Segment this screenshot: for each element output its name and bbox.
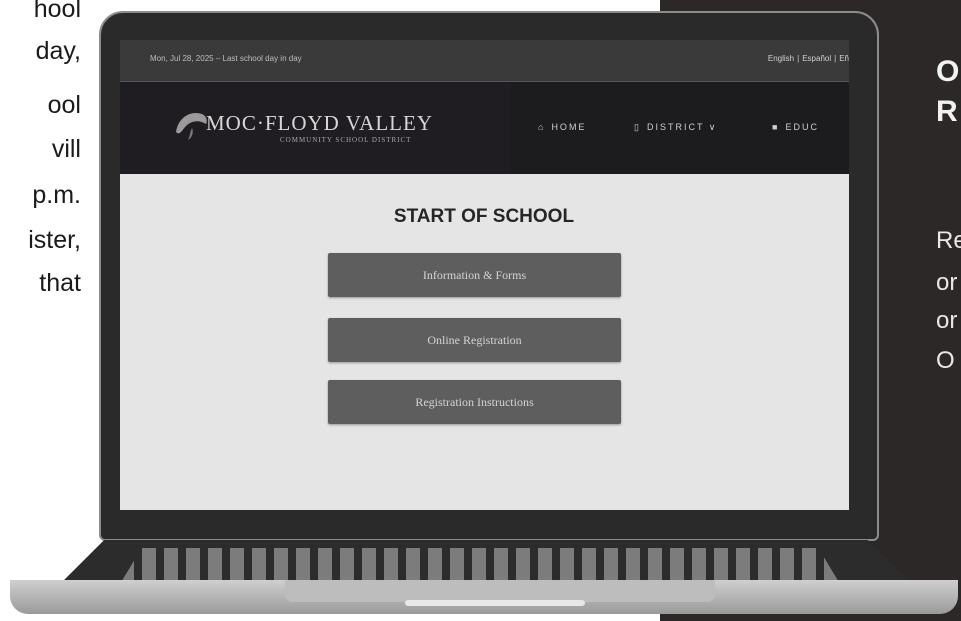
language-separator: | xyxy=(834,54,837,63)
nav-district-label: DISTRICT ∨ xyxy=(646,122,718,132)
online-registration-button[interactable]: Online Registration xyxy=(328,318,621,362)
panel-paragraph-line: O xyxy=(936,347,955,374)
website-header: MOC·FLOYD VALLEY COMMUNITY SCHOOL DISTRI… xyxy=(120,82,849,174)
panel-paragraph-line: or xyxy=(936,307,958,334)
page-title: START OF SCHOOL xyxy=(393,206,575,227)
panel-heading-line: R xyxy=(936,95,958,128)
nav-district[interactable]: ▯ DISTRICT ∨ xyxy=(634,122,717,133)
district-subtitle: COMMUNITY SCHOOL DISTRICT xyxy=(280,136,412,144)
laptop-trackpad xyxy=(285,580,715,602)
laptop-screen: Mon, Jul 28, 2025 – Last school day in d… xyxy=(120,40,849,510)
panel-paragraph-line: Re xyxy=(936,227,961,254)
language-english-link[interactable]: English xyxy=(768,54,794,63)
nav-education[interactable]: ■ EDUC xyxy=(772,122,819,132)
article-line: p.m. xyxy=(32,181,81,209)
panel-heading-line: O xyxy=(936,55,960,88)
article-text: hool day, ool vill p.m. ister, that xyxy=(0,0,95,621)
article-line: vill xyxy=(51,135,81,163)
website-topbar: Mon, Jul 28, 2025 – Last school day in d… xyxy=(120,40,849,82)
topbar-date: Mon, Jul 28, 2025 – Last school day in d… xyxy=(150,54,302,63)
nav-home-label: HOME xyxy=(551,122,587,132)
nav-home[interactable]: ⌂ HOME xyxy=(538,122,586,132)
laptop-notch xyxy=(405,600,585,606)
article-line: day, xyxy=(35,37,81,65)
book-icon: ■ xyxy=(772,122,780,132)
home-icon: ⌂ xyxy=(538,122,546,132)
panel-paragraph-line: or xyxy=(936,269,958,296)
language-separator: | xyxy=(797,54,800,63)
nav-education-label: EDUC xyxy=(785,122,819,132)
registration-instructions-button[interactable]: Registration Instructions xyxy=(328,380,621,424)
logo-area[interactable]: MOC·FLOYD VALLEY COMMUNITY SCHOOL DISTRI… xyxy=(120,82,510,174)
district-name: MOC·FLOYD VALLEY xyxy=(206,111,433,135)
article-line: ool xyxy=(47,91,81,119)
language-spanish-link[interactable]: Español xyxy=(802,54,831,63)
language-switcher: English | Español | Eñ xyxy=(768,54,849,63)
information-forms-button[interactable]: Information & Forms xyxy=(328,253,621,297)
building-icon: ▯ xyxy=(634,122,641,132)
language-other-link[interactable]: Eñ xyxy=(839,54,849,63)
laptop-keyboard xyxy=(120,548,840,584)
article-line: that xyxy=(39,269,81,297)
article-line: ister, xyxy=(28,226,81,254)
article-line: hool xyxy=(33,0,81,23)
